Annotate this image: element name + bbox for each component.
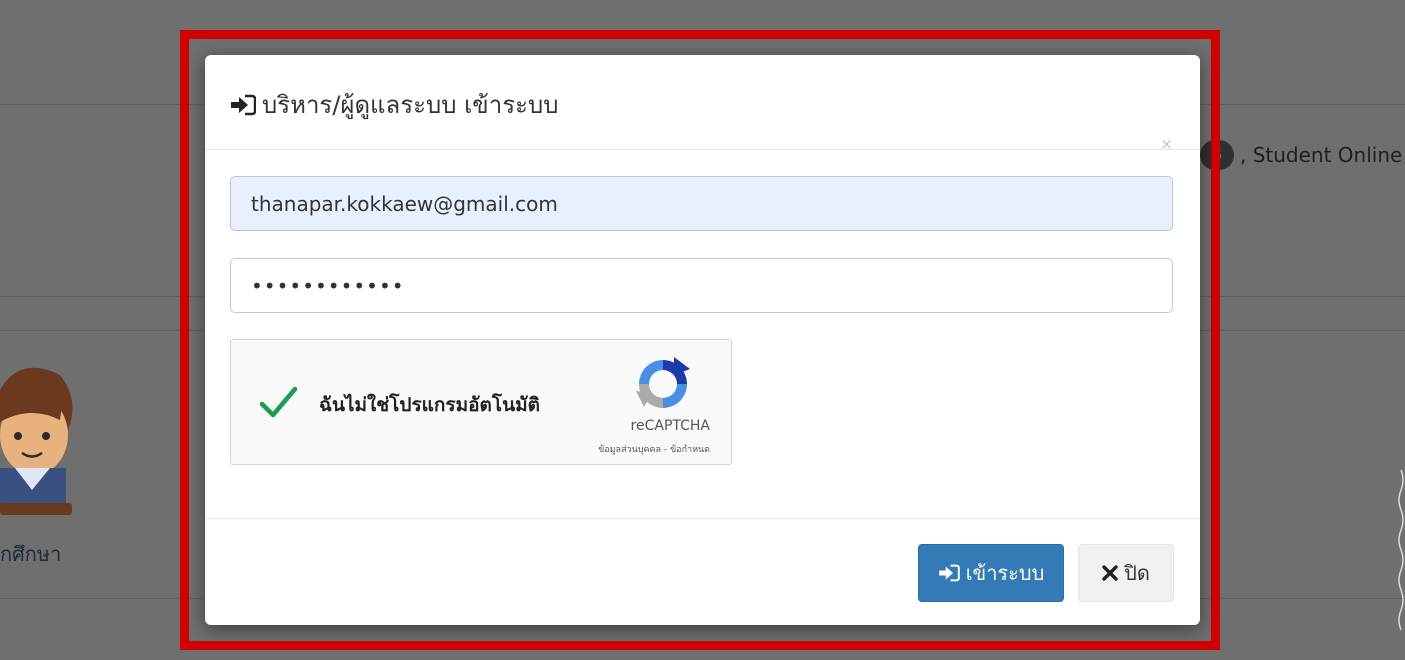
login-button[interactable]: เข้าระบบ [918,544,1064,602]
close-button-label: ปิด [1124,561,1150,585]
modal-title: บริหาร/ผู้ดูแลระบบ เข้าระบบ [230,85,558,124]
email-field[interactable]: thanapar.kokkaew@gmail.com [230,176,1173,231]
recaptcha-widget: ฉันไม่ใช่โปรแกรมอัตโนมัติ reCAPTCHA ข้อม… [230,339,732,465]
online-status: 5 , Student Online [1200,140,1402,170]
recaptcha-brand: reCAPTCHA [630,418,710,434]
close-icon[interactable]: × [1160,135,1173,153]
recaptcha-logo-icon [636,357,690,408]
recaptcha-links[interactable]: ข้อมูลส่วนบุคคล - ข้อกำหนด [598,442,710,456]
decorative-pattern [1398,470,1404,631]
login-button-label: เข้าระบบ [965,561,1045,585]
student-label: ักศึกษา [0,542,62,566]
close-button[interactable]: ปิด [1078,544,1174,602]
recaptcha-label: ฉันไม่ใช่โปรแกรมอัตโนมัติ [319,394,540,416]
online-status-text: , Student Online [1240,143,1403,167]
login-modal: บริหาร/ผู้ดูแลระบบ เข้าระบบ × thanapar.k… [205,55,1200,625]
modal-title-text: บริหาร/ผู้ดูแลระบบ เข้าระบบ [262,91,559,119]
modal-footer: เข้าระบบ ปิด [205,518,1200,626]
password-field[interactable]: •••••••••••• [230,258,1173,313]
sign-in-icon [938,564,960,582]
checkmark-icon[interactable] [258,382,298,422]
modal-header: บริหาร/ผู้ดูแลระบบ เข้าระบบ × [205,55,1200,153]
sign-in-icon [231,94,256,115]
close-icon [1102,565,1118,581]
student-avatar-icon [0,367,73,515]
